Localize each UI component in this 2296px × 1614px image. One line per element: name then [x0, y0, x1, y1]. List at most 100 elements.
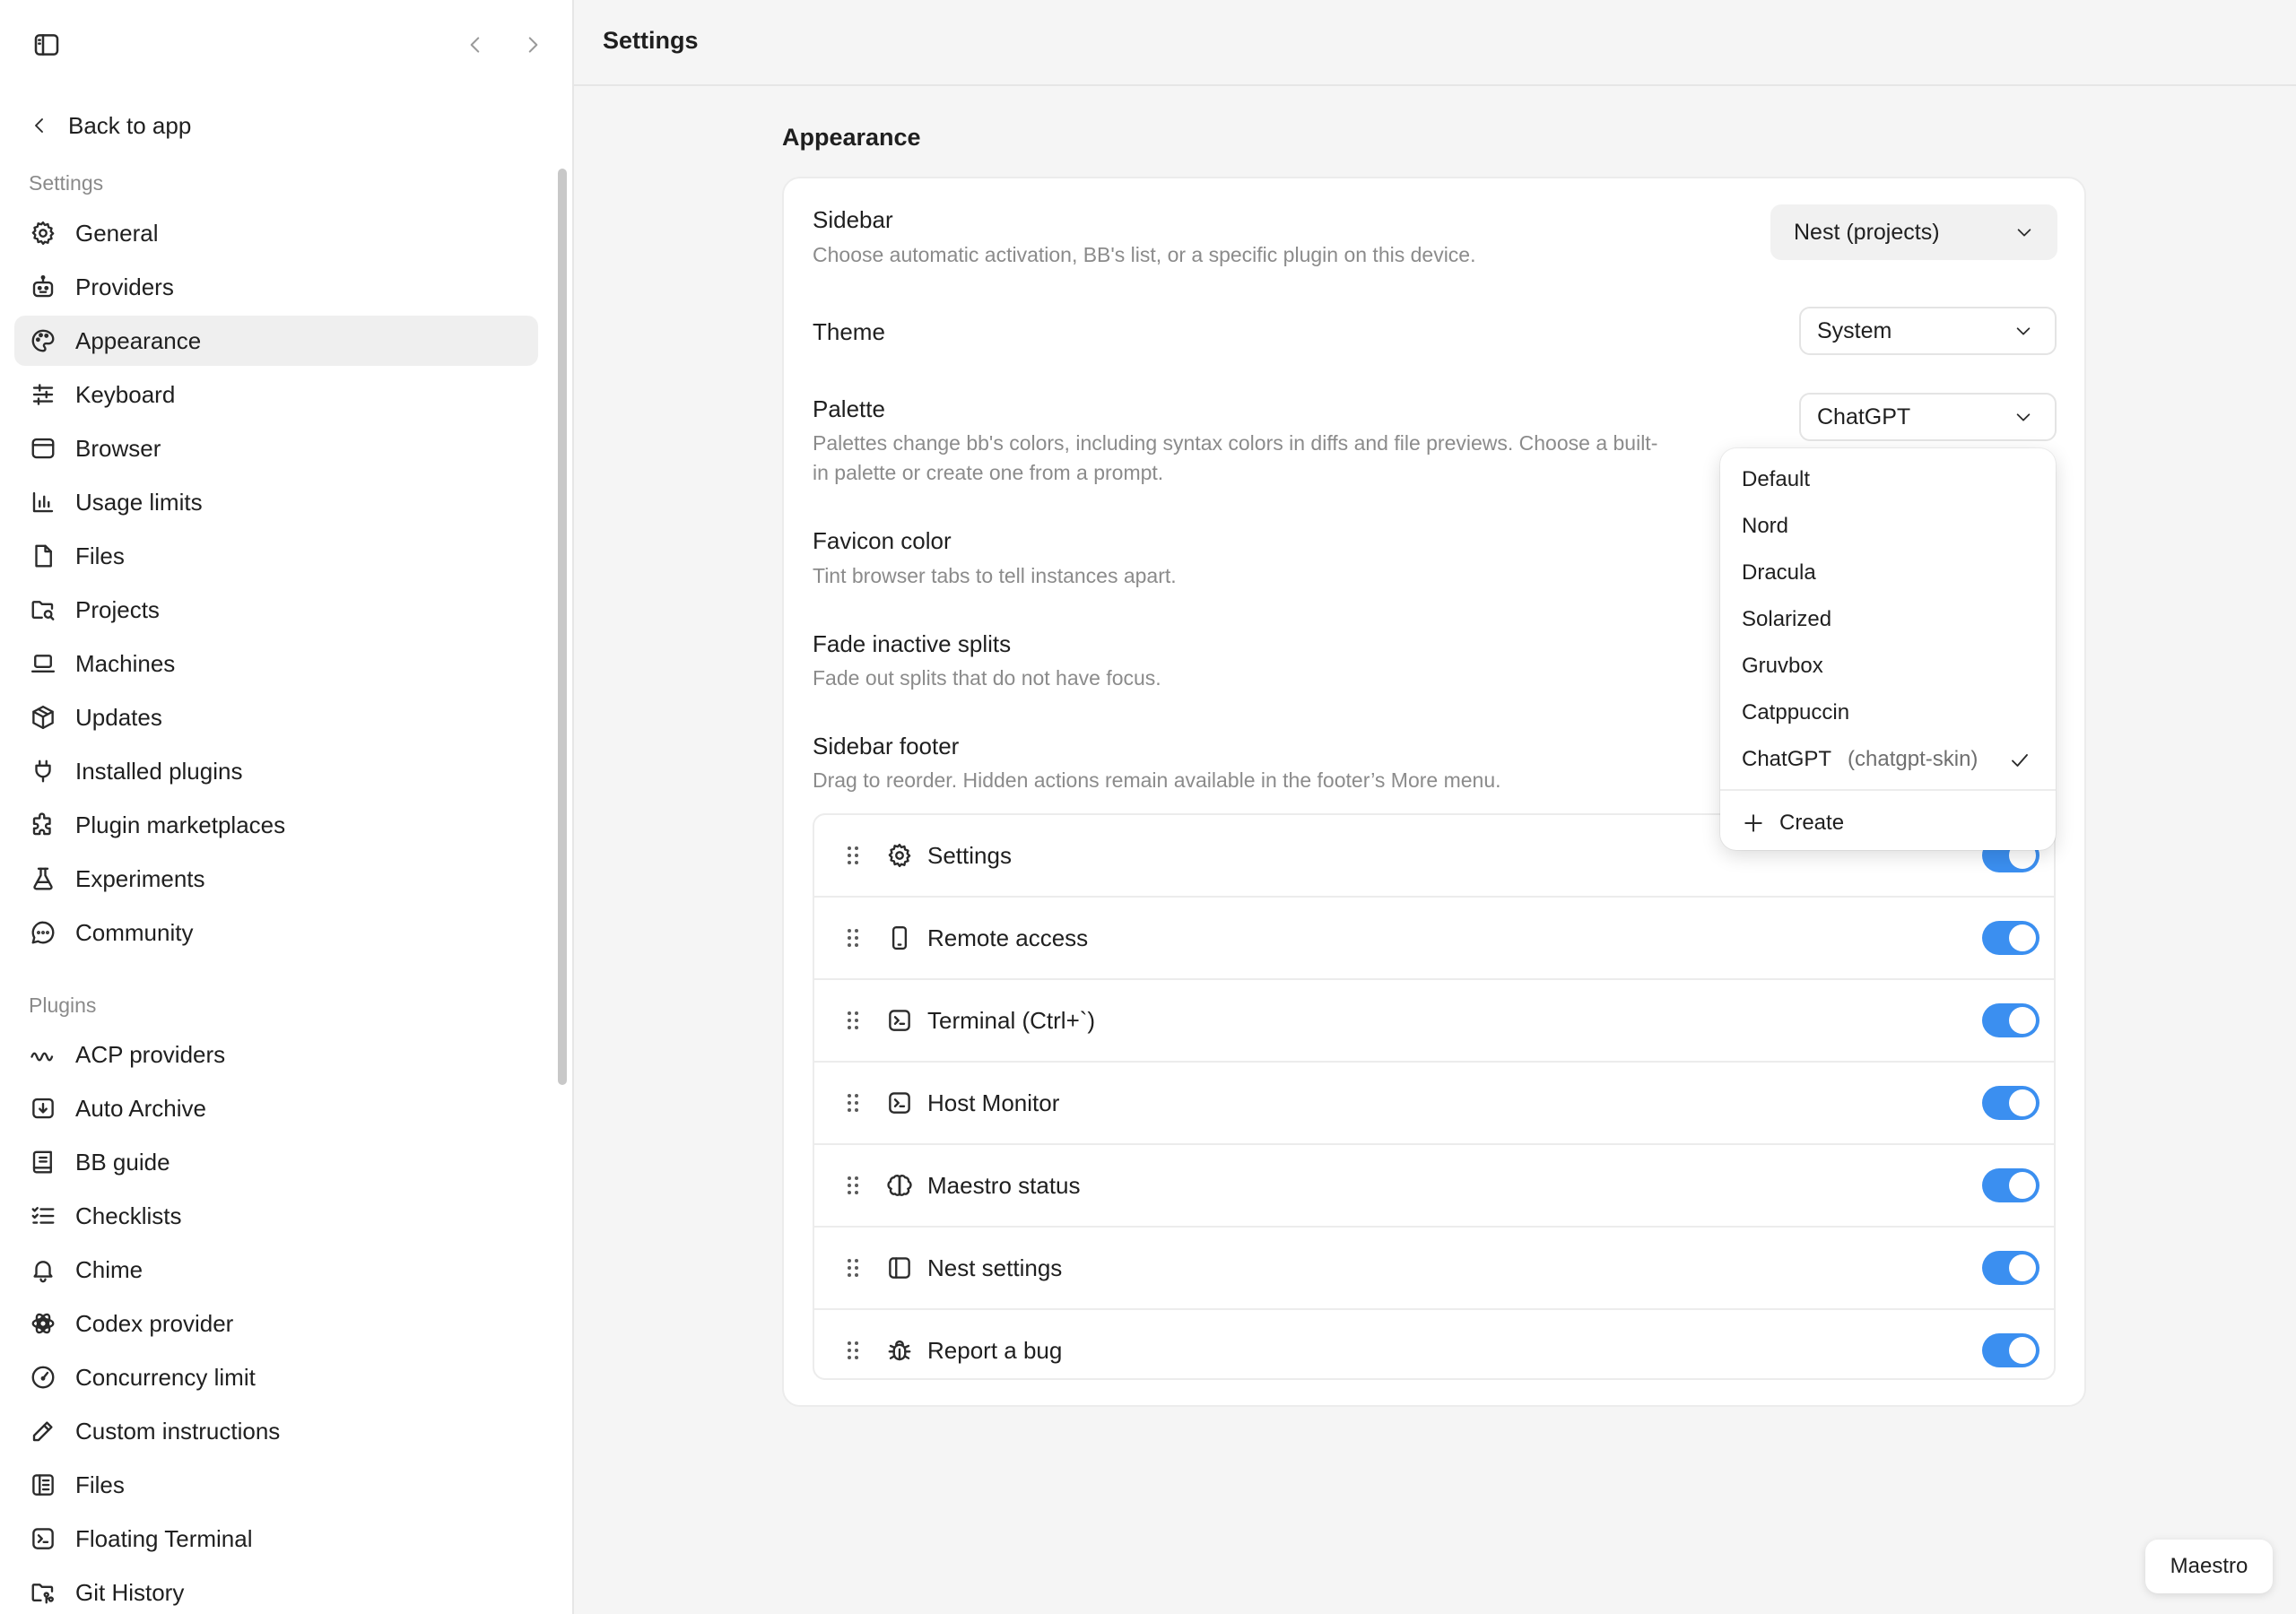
file-icon — [29, 542, 57, 570]
favicon-setting-description: Tint browser tabs to tell instances apar… — [813, 564, 1177, 587]
browser-icon — [29, 434, 57, 463]
sidebar-item-projects[interactable]: Projects — [14, 585, 538, 635]
sidebar-item-label: Community — [75, 918, 194, 946]
chevron-down-icon — [2013, 407, 2033, 427]
sidebar-setting-description: Choose automatic activation, BB's list, … — [813, 243, 1476, 266]
sidebar-item-usage-limits[interactable]: Usage limits — [14, 477, 538, 527]
sidebar-select-value: Nest (projects) — [1794, 219, 1940, 245]
drag-handle-icon[interactable] — [847, 1176, 859, 1195]
plus-icon — [1742, 811, 1765, 835]
sidebar-item-label: Experiments — [75, 864, 205, 892]
drag-handle-icon[interactable] — [847, 1258, 859, 1278]
sidebar-item-files[interactable]: Files — [14, 531, 538, 581]
sidebar-item-concurrency-limit[interactable]: Concurrency limit — [14, 1352, 538, 1402]
sidebar-item-bb-guide[interactable]: BB guide — [14, 1137, 538, 1187]
palette-icon — [29, 326, 57, 355]
sidebar-item-label: Projects — [75, 595, 160, 623]
palette-option-default[interactable]: Default — [1742, 464, 1810, 496]
fade-setting-title: Fade inactive splits — [813, 630, 1012, 657]
sidebar-item-installed-plugins[interactable]: Installed plugins — [14, 746, 538, 796]
palette-option-nord[interactable]: Nord — [1742, 510, 1788, 542]
sidebar-item-chime[interactable]: Chime — [14, 1245, 538, 1295]
sidebar-item-label: Chime — [75, 1255, 144, 1283]
sidebar-item-floating-terminal[interactable]: Floating Terminal — [14, 1514, 538, 1564]
back-to-app-label: Back to app — [68, 111, 192, 139]
sidebar-item-label: Files — [75, 542, 125, 569]
sidebar-item-label: Custom instructions — [75, 1417, 281, 1445]
drag-handle-icon[interactable] — [847, 928, 859, 948]
sidebar-item-machines[interactable]: Machines — [14, 638, 538, 689]
sidebar-item-appearance[interactable]: Appearance — [14, 316, 538, 366]
sidebar-toggle-icon[interactable] — [29, 27, 65, 63]
settings-section-label: Settings — [29, 171, 104, 195]
palette-option-dracula[interactable]: Dracula — [1742, 557, 1816, 589]
sidebar-item-auto-archive[interactable]: Auto Archive — [14, 1083, 538, 1133]
palette-option-catppuccin[interactable]: Catppuccin — [1742, 697, 1849, 729]
footer-toggle-host-monitor[interactable] — [1982, 1086, 2039, 1120]
footer-row-remote-access[interactable]: Remote access — [814, 898, 2054, 980]
check-icon — [2009, 750, 2031, 771]
sidebar-item-providers[interactable]: Providers — [14, 262, 538, 312]
sidebar-item-plugin-marketplaces[interactable]: Plugin marketplaces — [14, 800, 538, 850]
sidebar-item-codex-provider[interactable]: Codex provider — [14, 1298, 538, 1349]
theme-select[interactable]: System — [1799, 307, 2057, 355]
section-title: Appearance — [782, 124, 921, 151]
sidebar-item-checklists[interactable]: Checklists — [14, 1191, 538, 1241]
footer-toggle-terminal[interactable] — [1982, 1003, 2039, 1037]
footer-toggle-nest-settings[interactable] — [1982, 1251, 2039, 1285]
footer-row-label: Maestro status — [927, 1171, 1081, 1199]
bar-chart-icon — [29, 488, 57, 516]
footer-row-terminal[interactable]: Terminal (Ctrl+`) — [814, 980, 2054, 1063]
gear-icon — [884, 840, 915, 871]
footer-toggle-maestro-status[interactable] — [1982, 1168, 2039, 1202]
sidebar-item-community[interactable]: Community — [14, 907, 538, 958]
sidebar-item-git-history[interactable]: Git History — [14, 1567, 538, 1614]
footer-row-maestro-status[interactable]: Maestro status — [814, 1145, 2054, 1228]
drag-handle-icon[interactable] — [847, 1011, 859, 1030]
palette-option-gruvbox[interactable]: Gruvbox — [1742, 650, 1823, 682]
footer-row-report-bug[interactable]: Report a bug — [814, 1310, 2054, 1378]
option-label: ChatGPT — [1742, 747, 1832, 771]
drag-handle-icon[interactable] — [847, 1341, 859, 1360]
palette-select-value: ChatGPT — [1817, 404, 1911, 430]
sidebar-item-acp-providers[interactable]: ACP providers — [14, 1029, 538, 1080]
sidebar-item-label: Providers — [75, 273, 174, 300]
sidebar-item-label: Machines — [75, 649, 176, 677]
footer-row-nest-settings[interactable]: Nest settings — [814, 1228, 2054, 1310]
sidebar-item-general[interactable]: General — [14, 208, 538, 258]
sidebar-item-keyboard[interactable]: Keyboard — [14, 369, 538, 420]
sidebar-item-experiments[interactable]: Experiments — [14, 854, 538, 904]
sidebar-item-browser[interactable]: Browser — [14, 423, 538, 473]
footer-toggle-remote-access[interactable] — [1982, 921, 2039, 955]
drag-handle-icon[interactable] — [847, 846, 859, 865]
sidebar-item-label: Codex provider — [75, 1309, 234, 1337]
back-to-app-link[interactable]: Back to app — [29, 106, 191, 145]
sidebar-item-custom-instructions[interactable]: Custom instructions — [14, 1406, 538, 1456]
maestro-label: Maestro — [2170, 1554, 2248, 1578]
create-label: Create — [1779, 811, 1845, 835]
plugins-section-label: Plugins — [29, 994, 97, 1017]
palette-option-chatgpt[interactable]: ChatGPT (chatgpt-skin) — [1742, 743, 1978, 776]
chevron-down-icon — [2014, 222, 2034, 242]
nav-back-chevron-icon[interactable] — [457, 27, 493, 63]
sidebar-item-files-plugin[interactable]: Files — [14, 1460, 538, 1510]
sidebar-item-updates[interactable]: Updates — [14, 692, 538, 742]
create-palette-button[interactable]: Create — [1742, 805, 1844, 841]
flask-icon — [29, 864, 57, 893]
palette-select[interactable]: ChatGPT — [1799, 393, 2057, 441]
sidebar-item-label: Concurrency limit — [75, 1363, 256, 1391]
footer-row-host-monitor[interactable]: Host Monitor — [814, 1063, 2054, 1145]
sidebar-select[interactable]: Nest (projects) — [1770, 204, 2057, 260]
nav-forward-chevron-icon[interactable] — [515, 27, 551, 63]
sidebar-scrollbar[interactable] — [558, 169, 567, 1085]
drag-handle-icon[interactable] — [847, 1093, 859, 1113]
terminal-icon — [884, 1005, 915, 1036]
bug-icon — [884, 1335, 915, 1366]
file-tree-icon — [29, 1471, 57, 1499]
sidebar-item-label: ACP providers — [75, 1040, 226, 1068]
maestro-button[interactable]: Maestro — [2145, 1540, 2273, 1593]
palette-option-solarized[interactable]: Solarized — [1742, 603, 1831, 636]
footer-row-label: Remote access — [927, 924, 1089, 951]
chevron-left-icon — [29, 115, 50, 136]
footer-toggle-report-bug[interactable] — [1982, 1333, 2039, 1367]
